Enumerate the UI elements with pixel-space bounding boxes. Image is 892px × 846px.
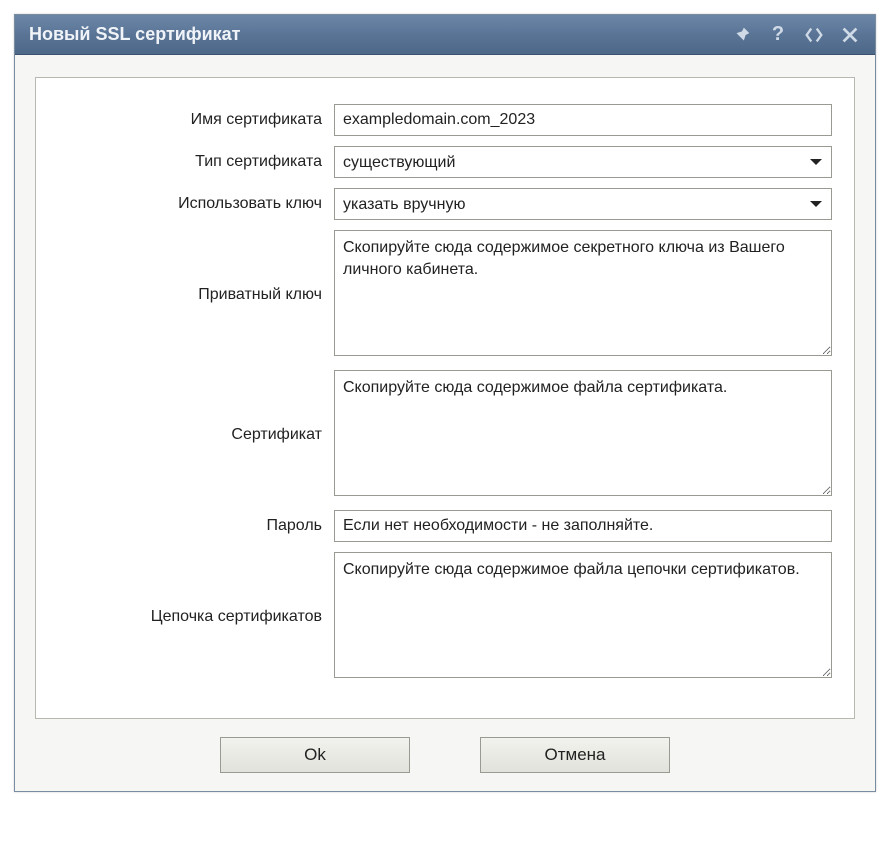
row-private-key: Приватный ключ [36, 230, 832, 360]
dialog-body: Имя сертификата Тип сертификата существу… [15, 55, 875, 791]
form-panel: Имя сертификата Тип сертификата существу… [35, 77, 855, 719]
cert-chain-textarea[interactable] [334, 552, 832, 678]
label-private-key: Приватный ключ [36, 286, 334, 304]
password-input[interactable] [334, 510, 832, 542]
row-password: Пароль [36, 510, 832, 542]
titlebar-actions: ? [731, 24, 861, 46]
ok-button[interactable]: Ok [220, 737, 410, 773]
row-certificate: Сертификат [36, 370, 832, 500]
dialog-title: Новый SSL сертификат [29, 24, 731, 45]
label-certificate: Сертификат [36, 426, 334, 444]
certificate-textarea[interactable] [334, 370, 832, 496]
label-cert-name: Имя сертификата [36, 111, 334, 129]
help-icon[interactable]: ? [767, 24, 789, 46]
private-key-textarea[interactable] [334, 230, 832, 356]
cert-name-input[interactable] [334, 104, 832, 136]
row-use-key: Использовать ключ указать вручную [36, 188, 832, 220]
cancel-button[interactable]: Отмена [480, 737, 670, 773]
close-icon[interactable] [839, 24, 861, 46]
use-key-select[interactable]: указать вручную [334, 188, 832, 220]
cert-type-select[interactable]: существующий [334, 146, 832, 178]
label-password: Пароль [36, 517, 334, 535]
row-cert-chain: Цепочка сертификатов [36, 552, 832, 682]
row-cert-type: Тип сертификата существующий [36, 146, 832, 178]
row-cert-name: Имя сертификата [36, 104, 832, 136]
label-cert-chain: Цепочка сертификатов [36, 608, 334, 626]
label-cert-type: Тип сертификата [36, 153, 334, 171]
ssl-certificate-dialog: Новый SSL сертификат ? [14, 14, 876, 792]
pin-icon[interactable] [731, 24, 753, 46]
label-use-key: Использовать ключ [36, 195, 334, 213]
expand-icon[interactable] [803, 24, 825, 46]
titlebar: Новый SSL сертификат ? [15, 15, 875, 55]
dialog-buttons: Ok Отмена [35, 719, 855, 773]
